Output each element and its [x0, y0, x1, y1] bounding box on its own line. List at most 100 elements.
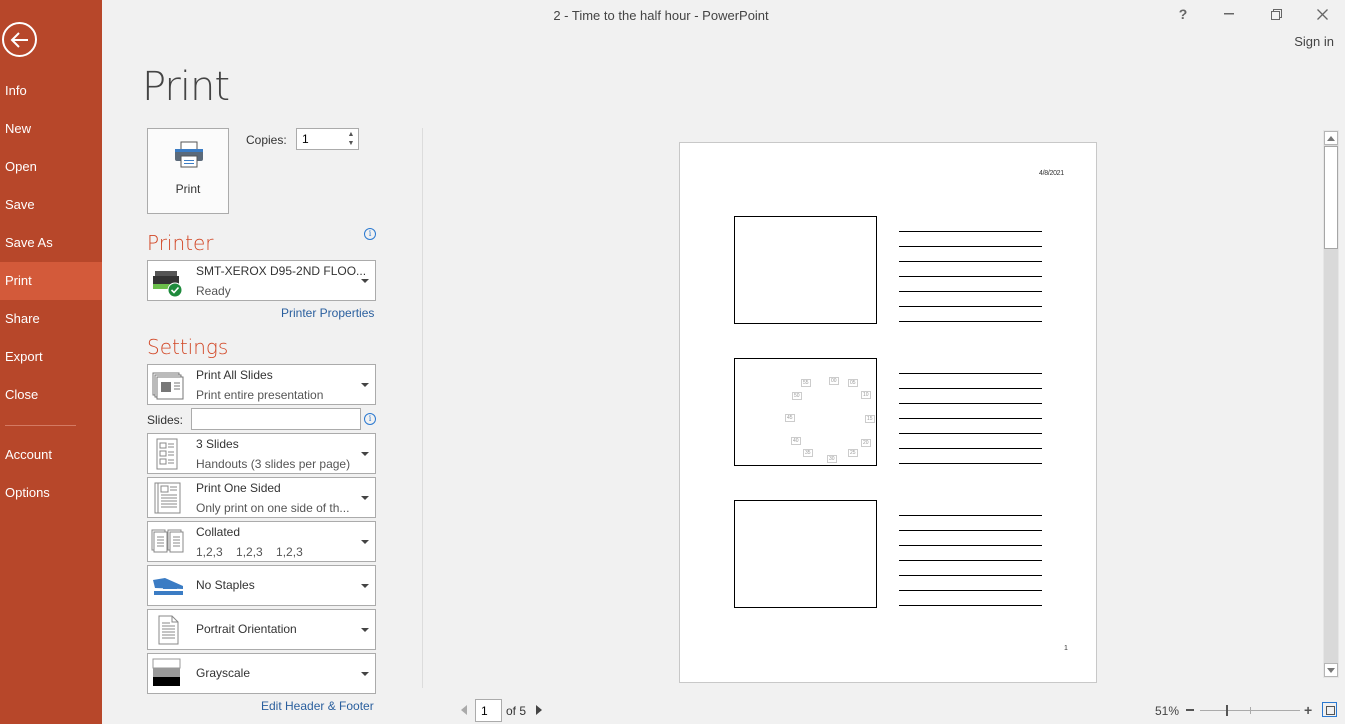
print-button[interactable]: Print	[147, 128, 229, 214]
note-line	[899, 590, 1042, 591]
print-range-title: Print All Slides	[196, 368, 273, 382]
scroll-down-button[interactable]	[1324, 663, 1338, 677]
slides-input[interactable]	[192, 409, 360, 429]
note-line	[899, 276, 1042, 277]
printer-name: SMT-XEROX D95-2ND FLOO...	[196, 264, 367, 278]
clock-label: 10	[861, 391, 871, 399]
clock-label: 20	[861, 439, 871, 447]
note-line	[899, 321, 1042, 322]
collated-icon	[151, 529, 184, 552]
grayscale-icon	[152, 658, 181, 686]
sidebar-item-save[interactable]: Save	[0, 186, 102, 224]
header-date: 4/8/2021	[1039, 170, 1064, 177]
collation-dropdown[interactable]: Collated 1,2,3 1,2,3 1,2,3	[147, 521, 376, 562]
sidebar-item-new[interactable]: New	[0, 110, 102, 148]
sides-dropdown[interactable]: Print One Sided Only print on one side o…	[147, 477, 376, 518]
note-line	[899, 388, 1042, 389]
page-number-input[interactable]	[476, 700, 501, 721]
clock-label: 40	[791, 437, 801, 445]
note-line	[899, 575, 1042, 576]
print-range-dropdown[interactable]: Print All Slides Print entire presentati…	[147, 364, 376, 405]
scroll-up-button[interactable]	[1324, 131, 1338, 145]
next-page-button[interactable]	[536, 705, 542, 715]
orientation-title: Portrait Orientation	[196, 622, 297, 636]
scrollbar-thumb[interactable]	[1324, 146, 1338, 249]
page-number-field[interactable]	[475, 699, 502, 722]
sidebar-item-close[interactable]: Close	[0, 376, 102, 414]
sidebar-item-account[interactable]: Account	[0, 436, 102, 474]
close-icon	[1316, 8, 1328, 20]
chevron-down-icon	[361, 382, 369, 387]
zoom-to-page-button[interactable]	[1322, 702, 1337, 717]
backstage-sidebar: Info New Open Save Save As Print Share E…	[0, 0, 102, 724]
collation-title: Collated	[196, 525, 241, 539]
clock-label: 45	[785, 414, 795, 422]
note-line	[899, 261, 1042, 262]
minimize-icon	[1224, 13, 1234, 15]
printer-status-icon	[153, 270, 183, 297]
chevron-down-icon	[361, 495, 369, 500]
layout-dropdown[interactable]: 3 Slides Handouts (3 slides per page)	[147, 433, 376, 474]
preview-scrollbar[interactable]	[1323, 130, 1339, 678]
clock-label: 35	[803, 449, 813, 457]
copies-label: Copies:	[246, 133, 287, 147]
stapler-icon	[153, 577, 183, 595]
orientation-dropdown[interactable]: Portrait Orientation	[147, 609, 376, 650]
sidebar-item-share[interactable]: Share	[0, 300, 102, 338]
portrait-page-icon	[158, 615, 179, 644]
sidebar-item-save-as[interactable]: Save As	[0, 224, 102, 262]
sidebar-item-options[interactable]: Options	[0, 474, 102, 512]
slides-label: Slides:	[147, 413, 184, 427]
printer-properties-link[interactable]: Printer Properties	[281, 306, 374, 320]
printer-info-icon[interactable]: i	[364, 228, 376, 240]
copies-down-button[interactable]: ▼	[346, 139, 356, 148]
handout-layout-icon	[156, 438, 178, 469]
edit-header-footer-link[interactable]: Edit Header & Footer	[261, 699, 374, 713]
sidebar-item-export[interactable]: Export	[0, 338, 102, 376]
one-sided-icon	[154, 482, 181, 513]
sign-in-link[interactable]: Sign in	[1294, 34, 1334, 49]
help-button[interactable]: ?	[1168, 4, 1198, 24]
close-button[interactable]	[1307, 4, 1337, 24]
note-line	[899, 373, 1042, 374]
layout-title: 3 Slides	[196, 437, 239, 451]
zoom-out-button[interactable]	[1186, 709, 1194, 711]
all-slides-icon	[152, 372, 184, 399]
panel-divider	[422, 128, 423, 688]
chevron-down-icon	[361, 451, 369, 456]
note-line	[899, 418, 1042, 419]
sidebar-item-open[interactable]: Open	[0, 148, 102, 186]
slide-thumbnail-1	[734, 216, 877, 324]
note-line	[899, 306, 1042, 307]
note-line	[899, 291, 1042, 292]
zoom-slider-thumb[interactable]	[1226, 705, 1228, 716]
printer-dropdown[interactable]: SMT-XEROX D95-2ND FLOO... Ready	[147, 260, 376, 301]
copies-spinner[interactable]: ▲ ▼	[296, 128, 359, 150]
sidebar-item-print[interactable]: Print	[0, 262, 102, 300]
zoom-level[interactable]: 51%	[1155, 704, 1179, 718]
sidebar-item-info[interactable]: Info	[0, 72, 102, 110]
caret-down-icon	[1327, 667, 1335, 673]
note-line	[899, 448, 1042, 449]
zoom-in-button[interactable]: +	[1304, 703, 1312, 717]
note-line	[899, 545, 1042, 546]
note-line	[899, 560, 1042, 561]
minimize-button[interactable]	[1214, 4, 1244, 24]
layout-subtitle: Handouts (3 slides per page)	[196, 457, 351, 471]
sides-subtitle: Only print on one side of th...	[196, 501, 350, 515]
note-line	[899, 403, 1042, 404]
previous-page-button[interactable]	[461, 705, 467, 715]
back-button[interactable]	[2, 22, 37, 57]
staples-dropdown[interactable]: No Staples	[147, 565, 376, 606]
slides-field[interactable]	[191, 408, 361, 430]
copies-input[interactable]	[297, 129, 341, 149]
note-line	[899, 433, 1042, 434]
slides-info-icon[interactable]: i	[364, 413, 376, 425]
staples-title: No Staples	[196, 578, 255, 592]
slide-thumbnail-3	[734, 500, 877, 608]
color-dropdown[interactable]: Grayscale	[147, 653, 376, 694]
restore-button[interactable]	[1261, 4, 1291, 24]
copies-up-button[interactable]: ▲	[346, 130, 356, 139]
note-line	[899, 246, 1042, 247]
zoom-slider-midpoint	[1250, 707, 1251, 714]
